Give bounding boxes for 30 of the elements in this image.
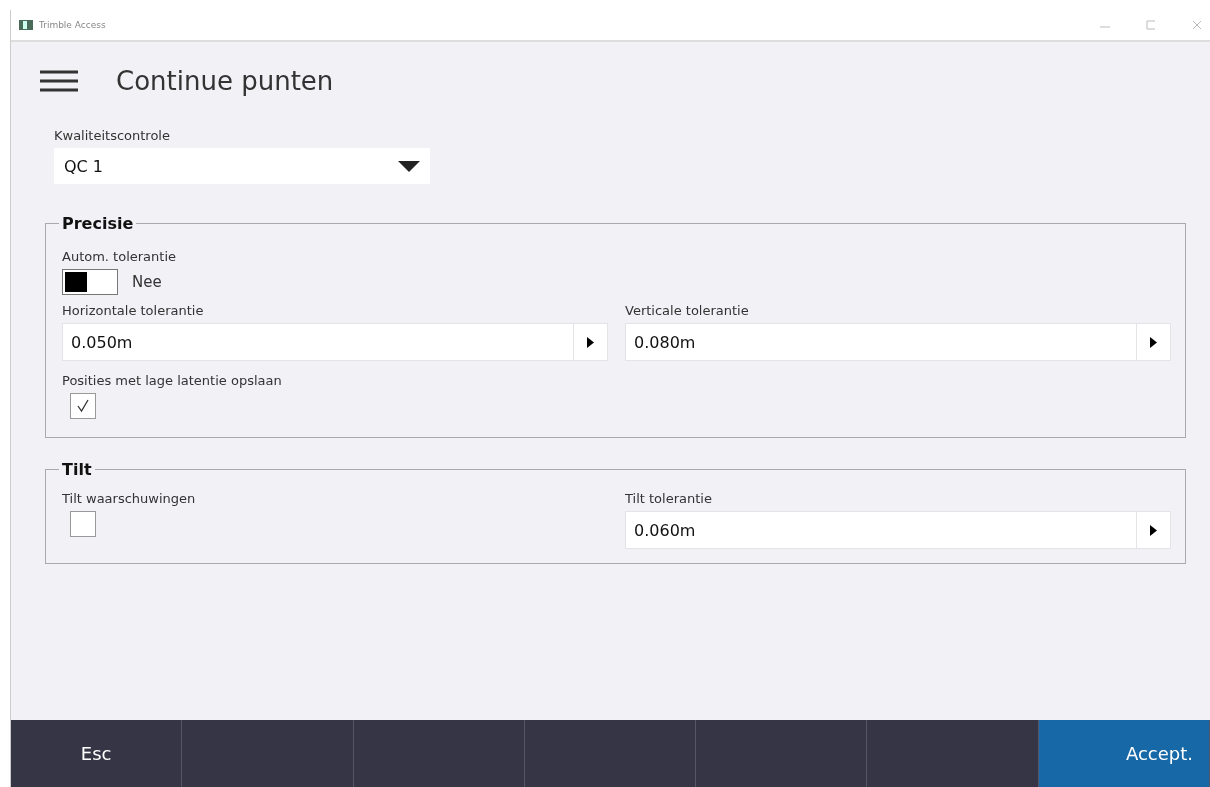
close-icon[interactable] <box>1192 20 1202 30</box>
checkbox[interactable] <box>70 393 96 419</box>
field-label: Posities met lage latentie opslaan <box>62 373 283 388</box>
field-label: Tilt waarschuwingen <box>62 491 197 506</box>
play-arrow-icon <box>1150 336 1157 348</box>
field-label: Verticale tolerantie <box>625 303 750 318</box>
field-label: Tilt tolerantie <box>625 491 713 506</box>
input-field[interactable]: 0.060m <box>625 511 1171 549</box>
play-arrow-icon <box>1150 524 1157 536</box>
check-icon <box>76 399 90 413</box>
window-title: Trimble Access <box>39 20 107 30</box>
escape-button[interactable]: Esc <box>11 720 183 787</box>
field-label: Kwaliteitscontrole <box>54 128 171 143</box>
checkbox[interactable] <box>70 511 96 537</box>
field-label: Autom. tolerantie <box>62 249 178 264</box>
input-field[interactable]: 0.050m <box>62 323 608 361</box>
maximize-icon[interactable] <box>1146 20 1156 30</box>
dropdown[interactable]: QC 1 <box>54 148 430 184</box>
menu-icon[interactable] <box>40 70 78 92</box>
group-title: Tilt <box>61 460 93 479</box>
app-icon <box>19 20 33 30</box>
field-label: Horizontale tolerantie <box>62 303 205 318</box>
page-title: Continue punten <box>116 66 334 96</box>
input-field[interactable]: 0.080m <box>625 323 1171 361</box>
accept-button[interactable]: Accept. <box>1038 720 1210 787</box>
caret-icon <box>398 160 420 172</box>
toggle-state: Nee <box>132 273 162 291</box>
toggle-switch[interactable] <box>62 269 118 295</box>
group-title: Precisie <box>61 214 135 233</box>
play-arrow-icon <box>587 336 594 348</box>
